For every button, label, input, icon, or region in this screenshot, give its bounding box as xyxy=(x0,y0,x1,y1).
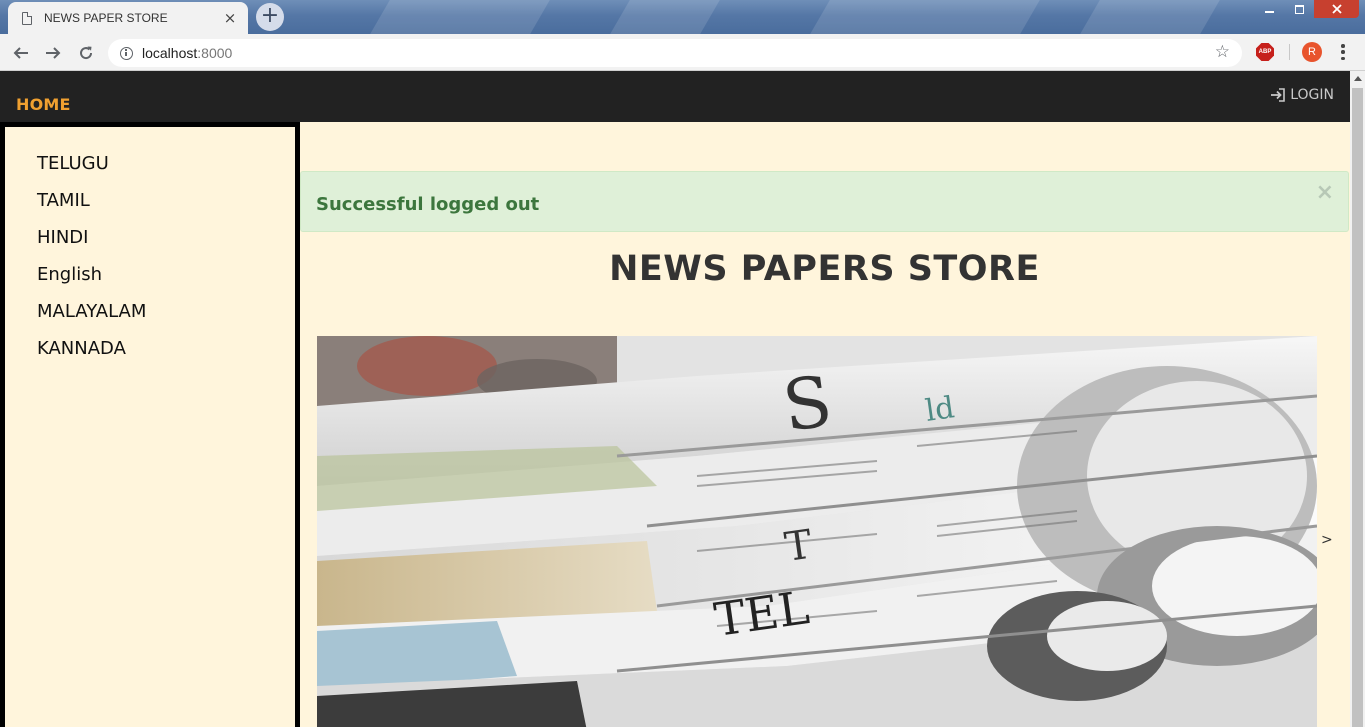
sidebar-item-telugu[interactable]: TELUGU xyxy=(37,153,295,190)
site-info-icon[interactable] xyxy=(120,46,133,60)
browser-tabstrip: NEWS PAPER STORE × + xyxy=(0,0,1365,34)
sidebar-item-hindi[interactable]: HINDI xyxy=(37,227,295,264)
svg-text:ld: ld xyxy=(923,390,956,429)
back-arrow-icon[interactable] xyxy=(10,42,32,64)
sidebar-item-malayalam[interactable]: MALAYALAM xyxy=(37,301,295,338)
newspaper-carousel-image: S ld T TEL xyxy=(317,336,1317,727)
sidebar-item-tamil[interactable]: TAMIL xyxy=(37,190,295,227)
toolbar-divider xyxy=(1289,44,1290,60)
page-viewport: HOME LOGIN TELUGU TAMIL HINDI English MA… xyxy=(0,71,1350,727)
new-tab-button[interactable]: + xyxy=(256,3,284,31)
language-sidebar: TELUGU TAMIL HINDI English MALAYALAM KAN… xyxy=(0,122,300,727)
sidebar-item-kannada[interactable]: KANNADA xyxy=(37,338,295,375)
success-alert: Successful logged out × xyxy=(300,171,1349,232)
top-navbar: HOME LOGIN xyxy=(0,71,1350,122)
minimize-icon[interactable] xyxy=(1254,0,1284,18)
tab-title: NEWS PAPER STORE xyxy=(44,11,168,25)
scrollbar-thumb[interactable] xyxy=(1352,88,1363,727)
home-link[interactable]: HOME xyxy=(16,95,71,114)
address-bar[interactable]: localhost:8000 ☆ xyxy=(108,39,1242,67)
page-icon xyxy=(22,11,32,25)
profile-avatar[interactable]: R xyxy=(1302,42,1322,62)
page-title: NEWS PAPERS STORE xyxy=(609,249,1040,289)
tab-close-icon[interactable]: × xyxy=(222,10,238,26)
url-text: localhost:8000 xyxy=(142,45,233,61)
alert-close-icon[interactable]: × xyxy=(1316,182,1334,204)
login-label: LOGIN xyxy=(1290,87,1334,103)
bookmark-star-icon[interactable]: ☆ xyxy=(1215,42,1230,62)
language-list: TELUGU TAMIL HINDI English MALAYALAM KAN… xyxy=(5,127,295,375)
browser-tab[interactable]: NEWS PAPER STORE × xyxy=(8,2,248,34)
page-scrollbar[interactable] xyxy=(1350,71,1365,727)
forward-arrow-icon[interactable] xyxy=(42,42,64,64)
sidebar-item-english[interactable]: English xyxy=(37,264,295,301)
carousel-next-arrow[interactable]: > xyxy=(1321,532,1333,548)
browser-toolbar: localhost:8000 ☆ xyxy=(0,34,1365,71)
login-icon xyxy=(1271,88,1286,102)
alert-message: Successful logged out xyxy=(316,194,540,215)
window-controls xyxy=(1254,0,1359,18)
window-close-icon[interactable] xyxy=(1314,0,1359,18)
reload-icon[interactable] xyxy=(75,42,97,64)
restore-icon[interactable] xyxy=(1284,0,1314,18)
scroll-up-arrow-icon[interactable] xyxy=(1354,76,1362,81)
browser-menu-icon[interactable] xyxy=(1341,44,1345,60)
login-link[interactable]: LOGIN xyxy=(1270,87,1334,103)
